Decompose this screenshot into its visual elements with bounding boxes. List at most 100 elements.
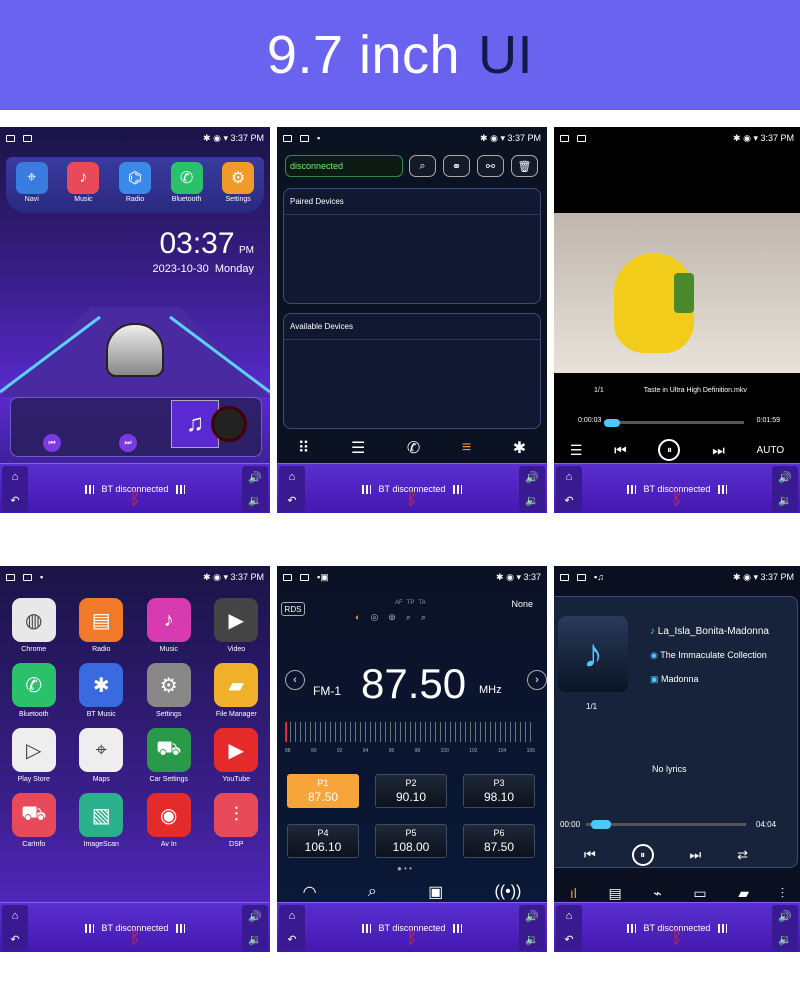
app-radio[interactable]: ▤ Radio bbox=[68, 598, 136, 653]
preset-2[interactable]: P2 90.10 bbox=[375, 774, 447, 808]
window-icon[interactable] bbox=[6, 134, 15, 142]
call-log-icon[interactable]: ✆ bbox=[407, 438, 420, 458]
app-video[interactable]: ▶ Video bbox=[203, 598, 271, 653]
window-icon[interactable] bbox=[560, 134, 569, 142]
playlist-icon[interactable]: ▤ bbox=[608, 885, 621, 902]
home-icon[interactable]: ⌂ bbox=[12, 471, 19, 483]
app-bt-music[interactable]: ✱ BT Music bbox=[68, 663, 136, 718]
recent-icon[interactable] bbox=[300, 134, 309, 142]
tuning-scale[interactable] bbox=[285, 722, 535, 742]
home-icon[interactable]: ⌂ bbox=[566, 471, 573, 483]
window-icon[interactable] bbox=[560, 573, 569, 581]
volume-up-icon[interactable]: 🔊 bbox=[525, 910, 539, 923]
search-icon[interactable]: ⌕ bbox=[421, 612, 426, 623]
back-icon[interactable]: ↶ bbox=[10, 494, 19, 507]
app-music[interactable]: ♪ Music bbox=[135, 598, 203, 653]
recent-icon[interactable] bbox=[577, 573, 586, 581]
app-carinfo[interactable]: ⛟ CarInfo bbox=[0, 793, 68, 848]
window-icon[interactable] bbox=[283, 134, 292, 142]
app-file-manager[interactable]: ▰ File Manager bbox=[203, 663, 271, 718]
home-icon[interactable]: ⌂ bbox=[289, 910, 296, 922]
back-icon[interactable]: ↶ bbox=[564, 494, 573, 507]
prev-icon[interactable]: ⏮ bbox=[614, 442, 627, 459]
seek-next-button[interactable]: › bbox=[527, 670, 547, 690]
music-app[interactable]: ♪ Music bbox=[67, 162, 100, 213]
next-icon[interactable]: ⏭ bbox=[712, 442, 725, 459]
pause-button[interactable]: ⏸ bbox=[658, 439, 681, 461]
app-av-in[interactable]: ◉ Av In bbox=[135, 793, 203, 848]
music-seekbar[interactable] bbox=[586, 820, 746, 829]
unlink-icon[interactable]: ⚯ bbox=[477, 155, 504, 177]
next-button[interactable]: ⏭ bbox=[119, 434, 137, 452]
search-icon[interactable]: ⌕ bbox=[409, 155, 436, 177]
back-icon[interactable]: ↶ bbox=[10, 933, 19, 946]
app-settings[interactable]: ⚙ Settings bbox=[135, 663, 203, 718]
device-list-icon[interactable]: ≡ bbox=[462, 439, 471, 457]
contacts-icon[interactable]: ☰ bbox=[351, 438, 365, 458]
next-icon[interactable]: ⏭ bbox=[690, 847, 702, 863]
rds-button[interactable]: RDS bbox=[281, 602, 305, 616]
recent-icon[interactable] bbox=[23, 573, 32, 581]
preset-5[interactable]: P5 108.00 bbox=[375, 824, 447, 858]
ring-icon[interactable]: ⊚ bbox=[388, 612, 396, 623]
home-icon[interactable]: ⌂ bbox=[289, 471, 296, 483]
settings-app[interactable]: ⚙ Settings bbox=[222, 162, 255, 213]
prev-button[interactable]: ⏮ bbox=[43, 434, 61, 452]
app-play-store[interactable]: ▷ Play Store bbox=[0, 728, 68, 783]
delete-icon[interactable]: 🗑 bbox=[511, 155, 538, 177]
loc-icon[interactable]: ◐ bbox=[355, 612, 360, 623]
back-icon[interactable]: ↶ bbox=[287, 933, 296, 946]
volume-down-icon[interactable]: 🔉 bbox=[525, 933, 539, 946]
back-icon[interactable]: ↶ bbox=[287, 494, 296, 507]
video-frame[interactable] bbox=[554, 213, 800, 373]
sliders-icon[interactable]: ⫶ bbox=[781, 885, 785, 902]
video-seekbar[interactable] bbox=[604, 419, 744, 427]
home-icon[interactable]: ⌂ bbox=[12, 910, 19, 922]
sd-card-icon[interactable]: ▭ bbox=[693, 885, 706, 902]
volume-down-icon[interactable]: 🔉 bbox=[778, 933, 792, 946]
recent-icon[interactable] bbox=[23, 134, 32, 142]
bt-settings-icon[interactable]: ✱ bbox=[513, 438, 526, 458]
prev-icon[interactable]: ⏮ bbox=[584, 847, 596, 863]
volume-down-icon[interactable]: 🔉 bbox=[525, 494, 539, 507]
mode-button[interactable]: AUTO bbox=[757, 445, 785, 456]
save-icon[interactable]: ▣ bbox=[428, 882, 443, 902]
app-car-settings[interactable]: ⛟ Car Settings bbox=[135, 728, 203, 783]
usb-icon[interactable]: ⌁ bbox=[653, 885, 661, 902]
seek-prev-button[interactable]: ‹ bbox=[285, 670, 305, 690]
broadcast-icon[interactable]: ((•)) bbox=[494, 883, 521, 901]
stereo-icon[interactable]: ◎ bbox=[370, 612, 378, 623]
volume-down-icon[interactable]: 🔉 bbox=[248, 494, 262, 507]
app-maps[interactable]: ⌖ Maps bbox=[68, 728, 136, 783]
scan-icon[interactable]: ⌕ bbox=[406, 612, 411, 623]
bluetooth-app[interactable]: ✆ Bluetooth bbox=[170, 162, 203, 213]
back-icon[interactable]: ↶ bbox=[564, 933, 573, 946]
volume-up-icon[interactable]: 🔊 bbox=[778, 471, 792, 484]
volume-down-icon[interactable]: 🔉 bbox=[778, 494, 792, 507]
app-imagescan[interactable]: ▧ ImageScan bbox=[68, 793, 136, 848]
app-dsp[interactable]: ⫶ DSP bbox=[203, 793, 271, 848]
volume-down-icon[interactable]: 🔉 bbox=[248, 933, 262, 946]
window-icon[interactable] bbox=[283, 573, 292, 581]
dialpad-icon[interactable]: ⠿ bbox=[298, 438, 310, 458]
preset-1[interactable]: P1 87.50 bbox=[287, 774, 359, 808]
home-icon[interactable]: ⌂ bbox=[566, 910, 573, 922]
volume-up-icon[interactable]: 🔊 bbox=[248, 910, 262, 923]
preset-6[interactable]: P6 87.50 bbox=[463, 824, 535, 858]
navi-app[interactable]: ⌖ Navi bbox=[15, 162, 48, 213]
volume-up-icon[interactable]: 🔊 bbox=[248, 471, 262, 484]
link-icon[interactable]: ⚭ bbox=[443, 155, 470, 177]
folder-icon[interactable]: ▰ bbox=[738, 885, 749, 902]
recent-icon[interactable] bbox=[300, 573, 309, 581]
preset-4[interactable]: P4 106.10 bbox=[287, 824, 359, 858]
app-bluetooth[interactable]: ✆ Bluetooth bbox=[0, 663, 68, 718]
volume-up-icon[interactable]: 🔊 bbox=[778, 910, 792, 923]
volume-up-icon[interactable]: 🔊 bbox=[525, 471, 539, 484]
window-icon[interactable] bbox=[6, 573, 15, 581]
app-chrome[interactable]: ◍ Chrome bbox=[0, 598, 68, 653]
repeat-icon[interactable]: ⇄ bbox=[737, 847, 748, 863]
playlist-icon[interactable]: ☰ bbox=[570, 442, 583, 459]
search-icon[interactable]: ⌕ bbox=[368, 883, 377, 901]
recent-icon[interactable] bbox=[577, 134, 586, 142]
rss-icon[interactable]: ◠ bbox=[303, 882, 317, 902]
